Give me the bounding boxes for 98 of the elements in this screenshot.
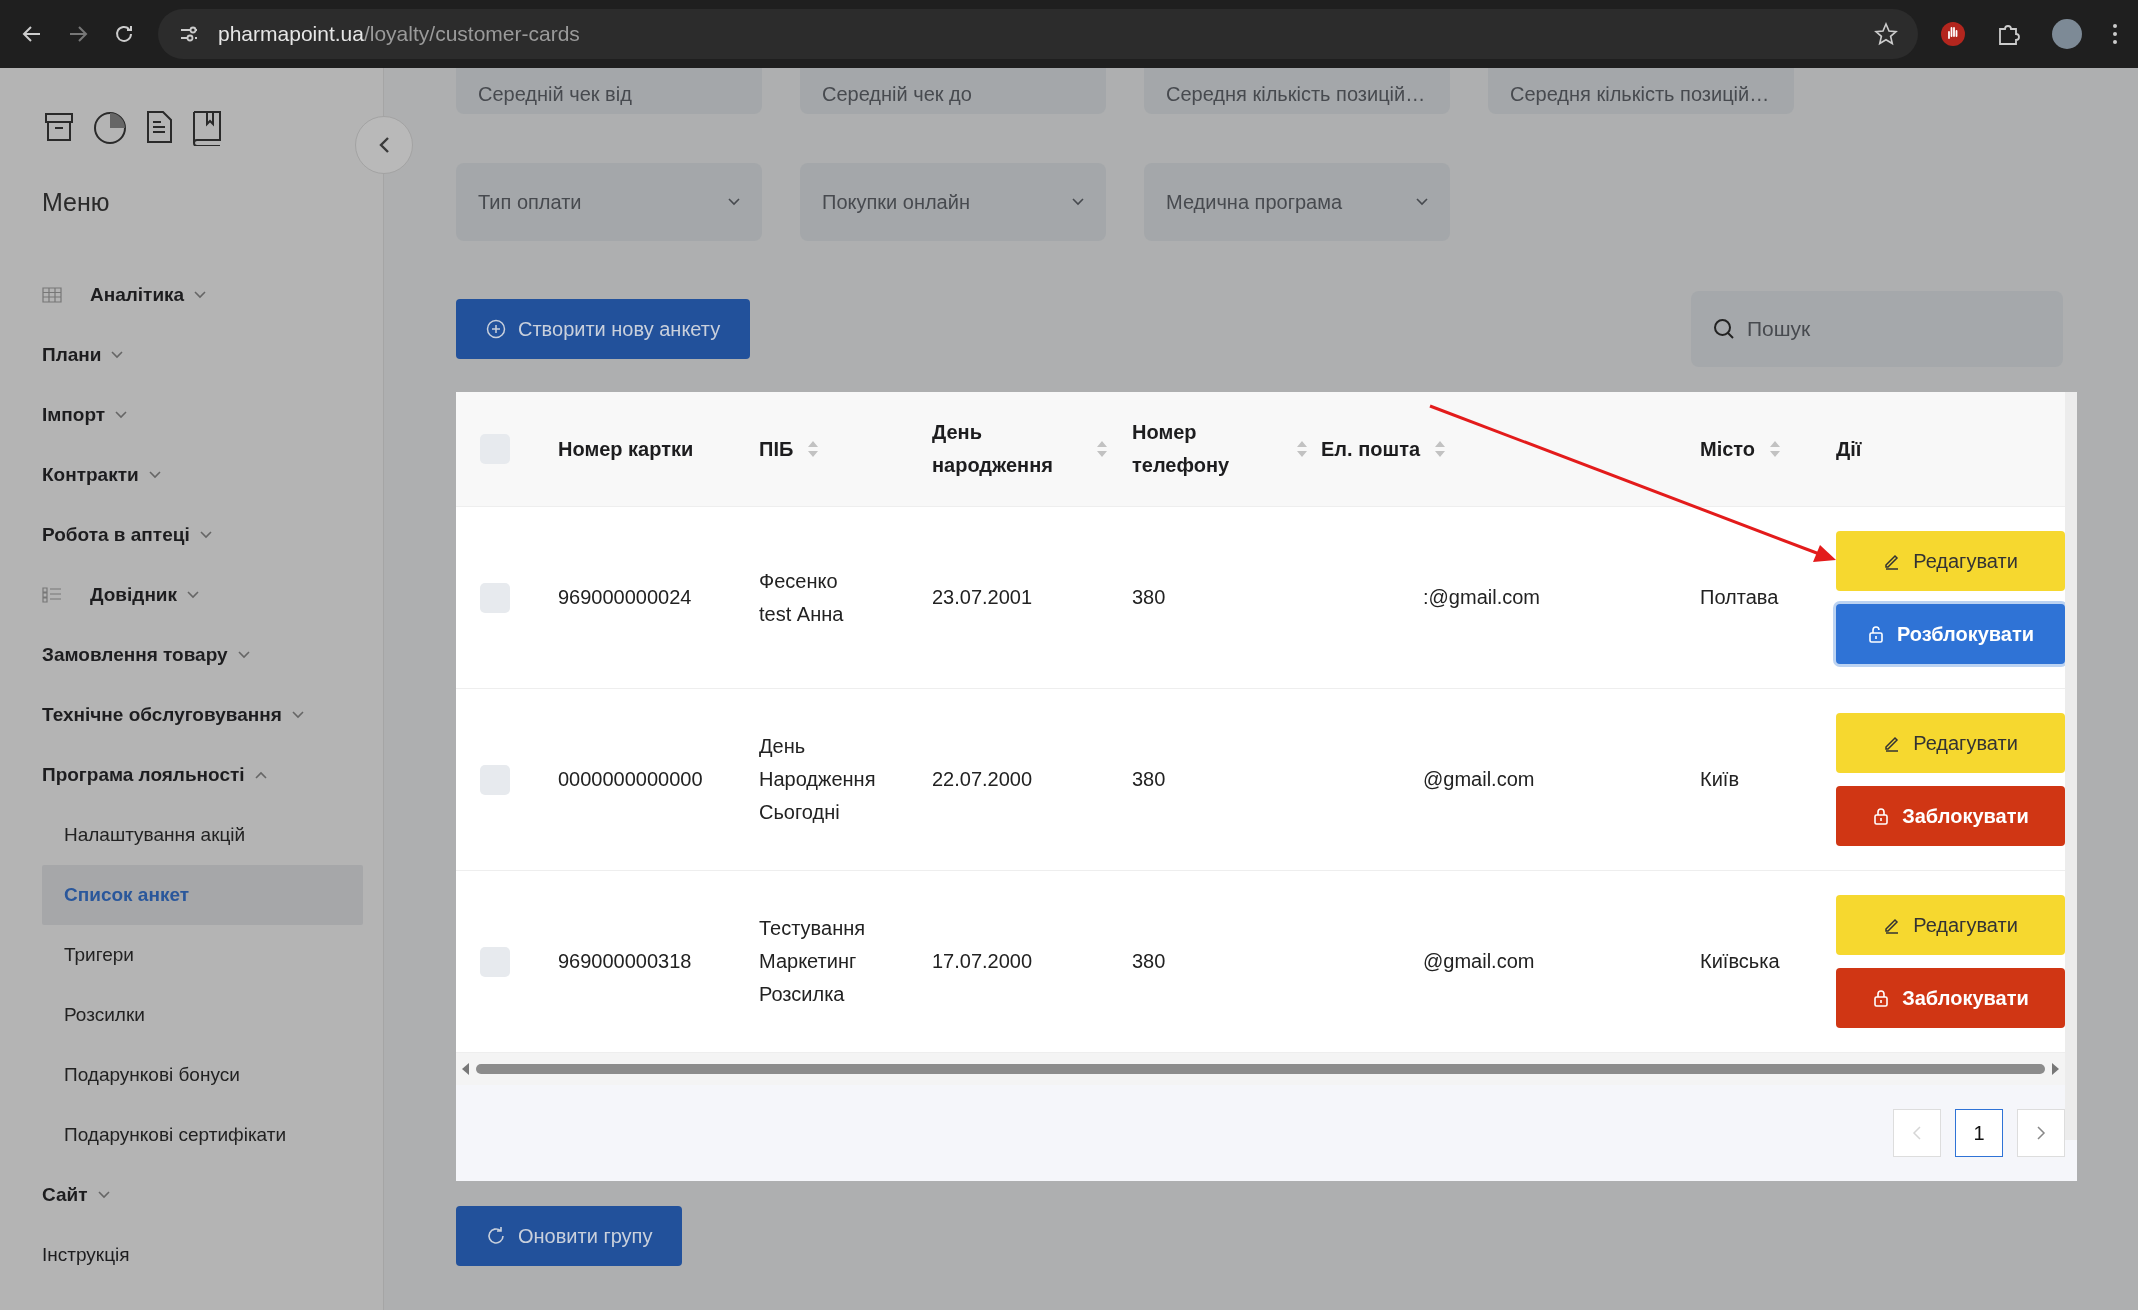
archive-box-icon[interactable] — [42, 110, 76, 144]
table-cell-text: @gmail.com — [1423, 767, 1535, 792]
filter-field[interactable]: Середній чек від — [456, 68, 762, 114]
chevron-up-icon — [254, 771, 267, 779]
search-field[interactable]: Пошук — [1691, 291, 2063, 367]
filter-dropdown[interactable]: Покупки онлайн — [800, 163, 1106, 241]
chevron-down-icon — [148, 471, 161, 479]
book-icon[interactable] — [190, 110, 224, 146]
sidebar-subitem[interactable]: Налаштування акцій — [42, 805, 363, 865]
padlock-icon — [1872, 807, 1891, 825]
star-icon[interactable] — [1874, 22, 1898, 46]
sidebar-item[interactable]: Сайт — [42, 1165, 383, 1225]
filter-field[interactable]: Середня кількість позицій… — [1488, 68, 1794, 114]
chevron-down-icon — [1416, 198, 1428, 206]
table-cell-text: Полтава — [1700, 585, 1779, 610]
url-text: pharmapoint.ua/loyalty/customer-cards — [218, 22, 580, 46]
chevron-down-icon — [199, 531, 212, 539]
chevron-down-icon — [111, 351, 124, 359]
padlock-icon — [1872, 989, 1891, 1007]
edit-button[interactable]: Редагувати — [1836, 713, 2065, 773]
sidebar-item[interactable]: Інструкція — [42, 1225, 383, 1285]
list-icon — [42, 587, 62, 603]
unlocked-padlock-icon — [1866, 625, 1885, 643]
chevron-right-icon — [2036, 1125, 2046, 1141]
checkbox[interactable] — [480, 764, 510, 795]
column-header: ПІБ — [759, 436, 794, 462]
block-button[interactable]: Заблокувати — [1836, 786, 2065, 846]
chevron-left-icon — [1912, 1125, 1922, 1141]
grid-icon — [42, 287, 62, 303]
column-header: Ел. пошта — [1321, 436, 1421, 462]
table-cell-text: Київ — [1700, 767, 1739, 792]
table-cell-text: 969000000024 — [558, 585, 692, 610]
checkbox[interactable] — [480, 946, 510, 977]
document-icon[interactable] — [144, 110, 174, 144]
sidebar-item[interactable]: Робота в аптеці — [42, 505, 383, 565]
table-cell-text: 23.07.2001 — [932, 585, 1033, 610]
sidebar-subitem[interactable]: Подарункові бонуси — [42, 1045, 363, 1105]
sidebar-subitem[interactable]: Розсилки — [42, 985, 363, 1045]
unlock-button[interactable]: Розблокувати — [1836, 604, 2065, 664]
chevron-down-icon — [728, 198, 740, 206]
sidebar-item[interactable]: Технічне обслуговування — [42, 685, 383, 745]
checkbox[interactable] — [480, 582, 510, 613]
profile-avatar[interactable] — [2052, 19, 2082, 49]
sidebar-item[interactable]: Аналітика — [42, 265, 383, 325]
plus-circle-icon — [486, 319, 506, 339]
scroll-right-icon[interactable] — [2051, 1063, 2059, 1075]
table-cell-text: 22.07.2000 — [932, 767, 1033, 792]
refresh-icon — [486, 1226, 506, 1246]
sidebar-item[interactable]: Імпорт — [42, 385, 383, 445]
table-cell-text: 380 — [1132, 585, 1166, 610]
sidebar-item[interactable]: Контракти — [42, 445, 383, 505]
column-header: Дії — [1836, 436, 1862, 462]
table-cell-text: @gmail.com — [1423, 949, 1535, 974]
sidebar-item[interactable]: Програма лояльності — [42, 745, 383, 805]
chevron-down-icon — [97, 1191, 110, 1199]
chevron-down-icon — [291, 711, 304, 719]
filter-field[interactable]: Середній чек до — [800, 68, 1106, 114]
edit-button[interactable]: Редагувати — [1836, 895, 2065, 955]
sidebar-item[interactable]: Довідник — [42, 565, 383, 625]
table-cell-text: :@gmail.com — [1423, 585, 1540, 610]
table-cell-text: 969000000318 — [558, 949, 692, 974]
menu-title: Меню — [42, 188, 111, 217]
scroll-left-icon[interactable] — [462, 1063, 470, 1075]
chevron-down-icon — [194, 291, 207, 299]
page-button[interactable]: 1 — [1955, 1109, 2003, 1157]
filter-dropdown[interactable]: Тип оплати — [456, 163, 762, 241]
table-cell-text: День Народження Сьогодні — [759, 734, 876, 825]
address-bar[interactable]: pharmapoint.ua/loyalty/customer-cards — [158, 9, 1918, 59]
table-cell-text: Тестування Маркетинг Розсилка — [759, 916, 867, 1007]
pie-chart-icon[interactable] — [92, 110, 128, 146]
chevron-down-icon — [187, 591, 200, 599]
chevron-down-icon — [237, 651, 250, 659]
filter-field[interactable]: Середня кількість позицій… — [1144, 68, 1450, 114]
block-button[interactable]: Заблокувати — [1836, 968, 2065, 1028]
table-cell-text: 380 — [1132, 767, 1166, 792]
refresh-button[interactable]: Оновити групу — [456, 1206, 683, 1266]
edit-button[interactable]: Редагувати — [1836, 531, 2065, 591]
table-cell-text: Фесенко test Анна — [759, 568, 845, 627]
column-header: Місто — [1700, 436, 1756, 462]
table-cell-text: 0000000000000 — [558, 767, 703, 792]
table-cell-text: Київська — [1700, 949, 1780, 974]
hand-icon[interactable] — [1940, 21, 1966, 47]
filter-dropdown[interactable]: Медична програма — [1144, 163, 1450, 241]
sidebar-subitem[interactable]: Подарункові сертифікати — [42, 1105, 363, 1165]
sidebar-item[interactable]: Плани — [42, 325, 383, 385]
horizontal-scrollbar[interactable] — [456, 1053, 2065, 1085]
table-cell-text: 17.07.2000 — [932, 949, 1033, 974]
chevron-down-icon — [1072, 198, 1084, 206]
column-header: Номер телефону — [1132, 420, 1231, 478]
create-button[interactable]: Створити нову анкету — [456, 299, 751, 359]
chevron-left-icon — [378, 136, 390, 154]
chevron-down-icon — [115, 411, 128, 419]
table-cell-text: 380 — [1132, 949, 1166, 974]
column-header: День народження — [932, 420, 1054, 478]
sidebar-item[interactable]: Замовлення товару — [42, 625, 383, 685]
column-header: Номер картки — [558, 436, 694, 462]
more-icon[interactable] — [2112, 22, 2118, 46]
sidebar-subitem[interactable]: Тригери — [42, 925, 363, 985]
